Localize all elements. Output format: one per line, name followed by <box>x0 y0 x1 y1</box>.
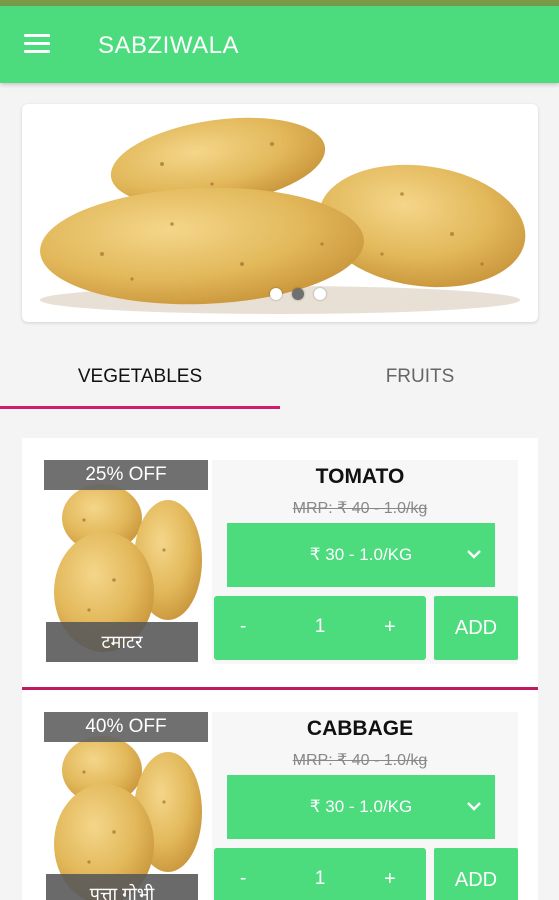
product-local-name: टमाटर <box>46 622 198 662</box>
tab-fruits-label: FRUITS <box>385 366 455 387</box>
product-card: 25% OFF टमाटर TOMATO MRP: ₹ 40 - 1.0/kg … <box>22 438 538 690</box>
price-dropdown[interactable]: ₹ 30 - 1.0/KG <box>227 523 495 587</box>
price-dropdown-value: ₹ 30 - 1.0/KG <box>309 797 413 816</box>
category-tabs: VEGETABLES FRUITS <box>0 345 559 409</box>
price-dropdown[interactable]: ₹ 30 - 1.0/KG <box>227 775 495 839</box>
discount-badge: 25% OFF <box>44 460 208 490</box>
chevron-down-icon <box>467 550 481 559</box>
product-card: 40% OFF पत्ता गोभी CABBAGE MRP: ₹ 40 - 1… <box>22 690 538 900</box>
product-name: TOMATO <box>315 465 405 488</box>
tab-vegetables-label: VEGETABLES <box>77 366 203 387</box>
add-to-cart-button[interactable]: ADD <box>434 596 518 660</box>
product-image[interactable]: 25% OFF टमाटर <box>44 460 208 664</box>
tab-fruits[interactable]: FRUITS <box>280 345 559 409</box>
price-dropdown-value: ₹ 30 - 1.0/KG <box>309 545 413 564</box>
product-mrp: MRP: ₹ 40 - 1.0/kg <box>292 500 428 517</box>
product-name: CABBAGE <box>306 717 414 740</box>
chevron-down-icon <box>467 802 481 811</box>
product-mrp: MRP: ₹ 40 - 1.0/kg <box>292 752 428 769</box>
carousel-dot-3[interactable] <box>314 288 326 300</box>
app-title: SABZIWALA <box>98 32 239 59</box>
increment-button[interactable]: + <box>384 868 396 891</box>
add-to-cart-button[interactable]: ADD <box>434 848 518 900</box>
app-bar: SABZIWALA <box>0 6 559 83</box>
product-image[interactable]: 40% OFF पत्ता गोभी <box>44 712 208 900</box>
product-local-name: पत्ता गोभी <box>46 874 198 900</box>
product-info: TOMATO MRP: ₹ 40 - 1.0/kg ₹ 30 - 1.0/KG … <box>212 460 518 664</box>
carousel-dots <box>270 288 326 300</box>
increment-button[interactable]: + <box>384 616 396 639</box>
carousel-dot-1[interactable] <box>270 288 282 300</box>
tab-vegetables[interactable]: VEGETABLES <box>0 345 280 409</box>
product-info: CABBAGE MRP: ₹ 40 - 1.0/kg ₹ 30 - 1.0/KG… <box>212 712 518 900</box>
quantity-stepper: - 1 + <box>214 848 426 900</box>
banner-carousel[interactable] <box>22 104 538 322</box>
discount-badge: 40% OFF <box>44 712 208 742</box>
carousel-dot-2[interactable] <box>292 288 304 300</box>
quantity-stepper: - 1 + <box>214 596 426 660</box>
tab-active-indicator <box>0 406 280 409</box>
menu-icon[interactable] <box>24 34 52 56</box>
